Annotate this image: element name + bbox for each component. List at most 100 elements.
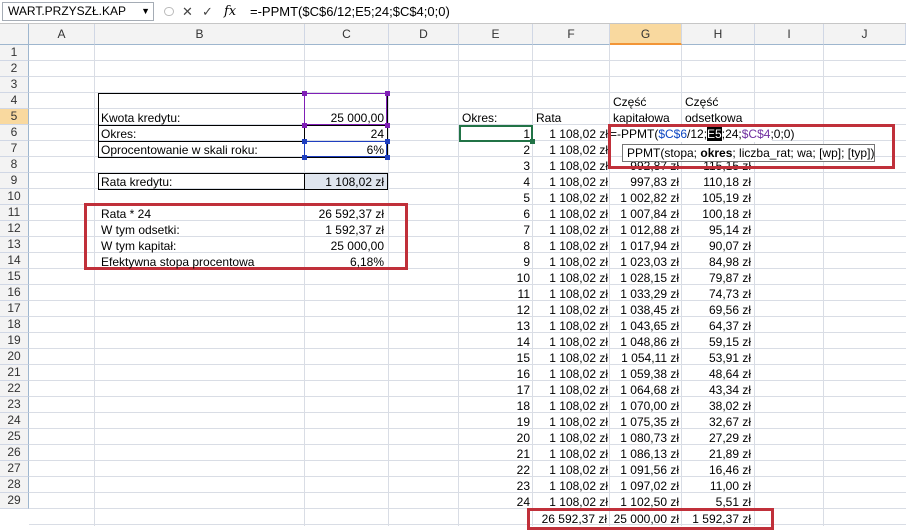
schedule-ods[interactable]: 32,67 zł	[683, 414, 751, 430]
row-header[interactable]: 3	[0, 77, 29, 93]
schedule-rata[interactable]: 1 108,02 zł	[534, 366, 608, 382]
schedule-ods[interactable]: 69,56 zł	[683, 302, 751, 318]
schedule-ods[interactable]: 43,34 zł	[683, 382, 751, 398]
schedule-rata[interactable]: 1 108,02 zł	[534, 206, 608, 222]
ref-handle[interactable]	[385, 123, 390, 128]
schedule-kap[interactable]: 1 017,94 zł	[611, 238, 679, 254]
fill-handle[interactable]	[530, 139, 535, 144]
summary-value[interactable]: 25 000,00	[306, 238, 384, 254]
row-header[interactable]: 13	[0, 237, 29, 253]
row-header[interactable]: 2	[0, 61, 29, 77]
schedule-rata[interactable]: 1 108,02 zł	[534, 318, 608, 334]
schedule-rata[interactable]: 1 108,02 zł	[534, 478, 608, 494]
schedule-okres[interactable]: 21	[460, 446, 530, 462]
cancel-icon[interactable]: ✕	[182, 3, 193, 20]
schedule-okres[interactable]: 8	[460, 238, 530, 254]
schedule-ods[interactable]: 59,15 zł	[683, 334, 751, 350]
schedule-ods[interactable]: 38,02 zł	[683, 398, 751, 414]
col-header-d[interactable]: D	[389, 24, 459, 45]
row-header[interactable]: 18	[0, 317, 29, 333]
schedule-ods[interactable]: 48,64 zł	[683, 366, 751, 382]
row-header[interactable]: 28	[0, 477, 29, 493]
schedule-kap[interactable]: 1 064,68 zł	[611, 382, 679, 398]
schedule-okres[interactable]: 22	[460, 462, 530, 478]
schedule-ods[interactable]: 79,87 zł	[683, 270, 751, 286]
schedule-kap[interactable]: 1 086,13 zł	[611, 446, 679, 462]
row-header[interactable]: 12	[0, 221, 29, 237]
summary-value[interactable]: 26 592,37 zł	[306, 206, 384, 222]
schedule-okres[interactable]: 6	[460, 206, 530, 222]
col-header-f[interactable]: F	[533, 24, 610, 45]
schedule-okres[interactable]: 23	[460, 478, 530, 494]
row-header[interactable]: 17	[0, 301, 29, 317]
schedule-kap[interactable]: 1 007,84 zł	[611, 206, 679, 222]
ref-handle[interactable]	[302, 123, 307, 128]
schedule-kap[interactable]: 1 075,35 zł	[611, 414, 679, 430]
row-header[interactable]: 22	[0, 381, 29, 397]
schedule-rata[interactable]: 1 108,02 zł	[534, 446, 608, 462]
row-header[interactable]: 25	[0, 429, 29, 445]
schedule-okres[interactable]: 17	[460, 382, 530, 398]
schedule-kap[interactable]: 1 080,73 zł	[611, 430, 679, 446]
schedule-kap[interactable]: 1 023,03 zł	[611, 254, 679, 270]
schedule-okres[interactable]: 11	[460, 286, 530, 302]
schedule-kap[interactable]: 1 070,00 zł	[611, 398, 679, 414]
schedule-ods[interactable]: 27,29 zł	[683, 430, 751, 446]
col-header-b[interactable]: B	[95, 24, 305, 45]
row-header[interactable]: 5	[0, 109, 29, 125]
schedule-okres[interactable]: 18	[460, 398, 530, 414]
schedule-kap[interactable]: 1 028,15 zł	[611, 270, 679, 286]
fx-icon[interactable]: fx	[224, 3, 236, 20]
row-header[interactable]: 29	[0, 493, 29, 509]
summary-value[interactable]: 1 592,37 zł	[306, 222, 384, 238]
schedule-rata[interactable]: 1 108,02 zł	[534, 158, 608, 174]
schedule-rata[interactable]: 1 108,02 zł	[534, 302, 608, 318]
row-header[interactable]: 14	[0, 253, 29, 269]
col-header-e[interactable]: E	[459, 24, 533, 45]
schedule-ods[interactable]: 64,37 zł	[683, 318, 751, 334]
schedule-okres[interactable]: 9	[460, 254, 530, 270]
summary-value[interactable]: 6,18%	[306, 254, 384, 270]
row-header[interactable]: 4	[0, 93, 29, 109]
schedule-okres[interactable]: 10	[460, 270, 530, 286]
drag-handle-icon[interactable]	[164, 7, 174, 16]
schedule-rata[interactable]: 1 108,02 zł	[534, 414, 608, 430]
ref-handle[interactable]	[302, 91, 307, 96]
schedule-rata[interactable]: 1 108,02 zł	[534, 462, 608, 478]
row-header[interactable]: 20	[0, 349, 29, 365]
schedule-rata[interactable]: 1 108,02 zł	[534, 270, 608, 286]
schedule-rata[interactable]: 1 108,02 zł	[534, 430, 608, 446]
col-header-c[interactable]: C	[305, 24, 389, 45]
col-header-h[interactable]: H	[682, 24, 755, 45]
schedule-rata[interactable]: 1 108,02 zł	[534, 190, 608, 206]
schedule-kap[interactable]: 1 012,88 zł	[611, 222, 679, 238]
schedule-okres[interactable]: 20	[460, 430, 530, 446]
row-header[interactable]: 19	[0, 333, 29, 349]
schedule-okres[interactable]: 12	[460, 302, 530, 318]
schedule-ods[interactable]: 110,18 zł	[683, 174, 751, 190]
col-header-i[interactable]: I	[755, 24, 824, 45]
ref-handle[interactable]	[302, 139, 307, 144]
chevron-down-icon[interactable]: ▼	[141, 3, 150, 20]
row-header[interactable]: 11	[0, 205, 29, 221]
ref-handle[interactable]	[385, 91, 390, 96]
schedule-kap[interactable]: 1 048,86 zł	[611, 334, 679, 350]
schedule-okres[interactable]: 5	[460, 190, 530, 206]
schedule-okres[interactable]: 14	[460, 334, 530, 350]
schedule-kap[interactable]: 1 002,82 zł	[611, 190, 679, 206]
row-header[interactable]: 1	[0, 45, 29, 61]
row-header[interactable]: 15	[0, 269, 29, 285]
schedule-rata[interactable]: 1 108,02 zł	[534, 174, 608, 190]
schedule-ods[interactable]: 105,19 zł	[683, 190, 751, 206]
schedule-kap[interactable]: 1 059,38 zł	[611, 366, 679, 382]
total-rata[interactable]: 26 592,37 zł	[533, 511, 607, 527]
schedule-okres[interactable]: 13	[460, 318, 530, 334]
col-header-j[interactable]: J	[824, 24, 906, 45]
schedule-ods[interactable]: 90,07 zł	[683, 238, 751, 254]
name-box[interactable]: WART.PRZYSZŁ.KAP ▼	[2, 2, 154, 21]
schedule-kap[interactable]: 1 091,56 zł	[611, 462, 679, 478]
schedule-kap[interactable]: 1 054,11 zł	[611, 350, 679, 366]
okres-value[interactable]: 24	[306, 126, 384, 142]
schedule-okres[interactable]: 24	[460, 494, 530, 510]
schedule-okres[interactable]: 3	[460, 158, 530, 174]
